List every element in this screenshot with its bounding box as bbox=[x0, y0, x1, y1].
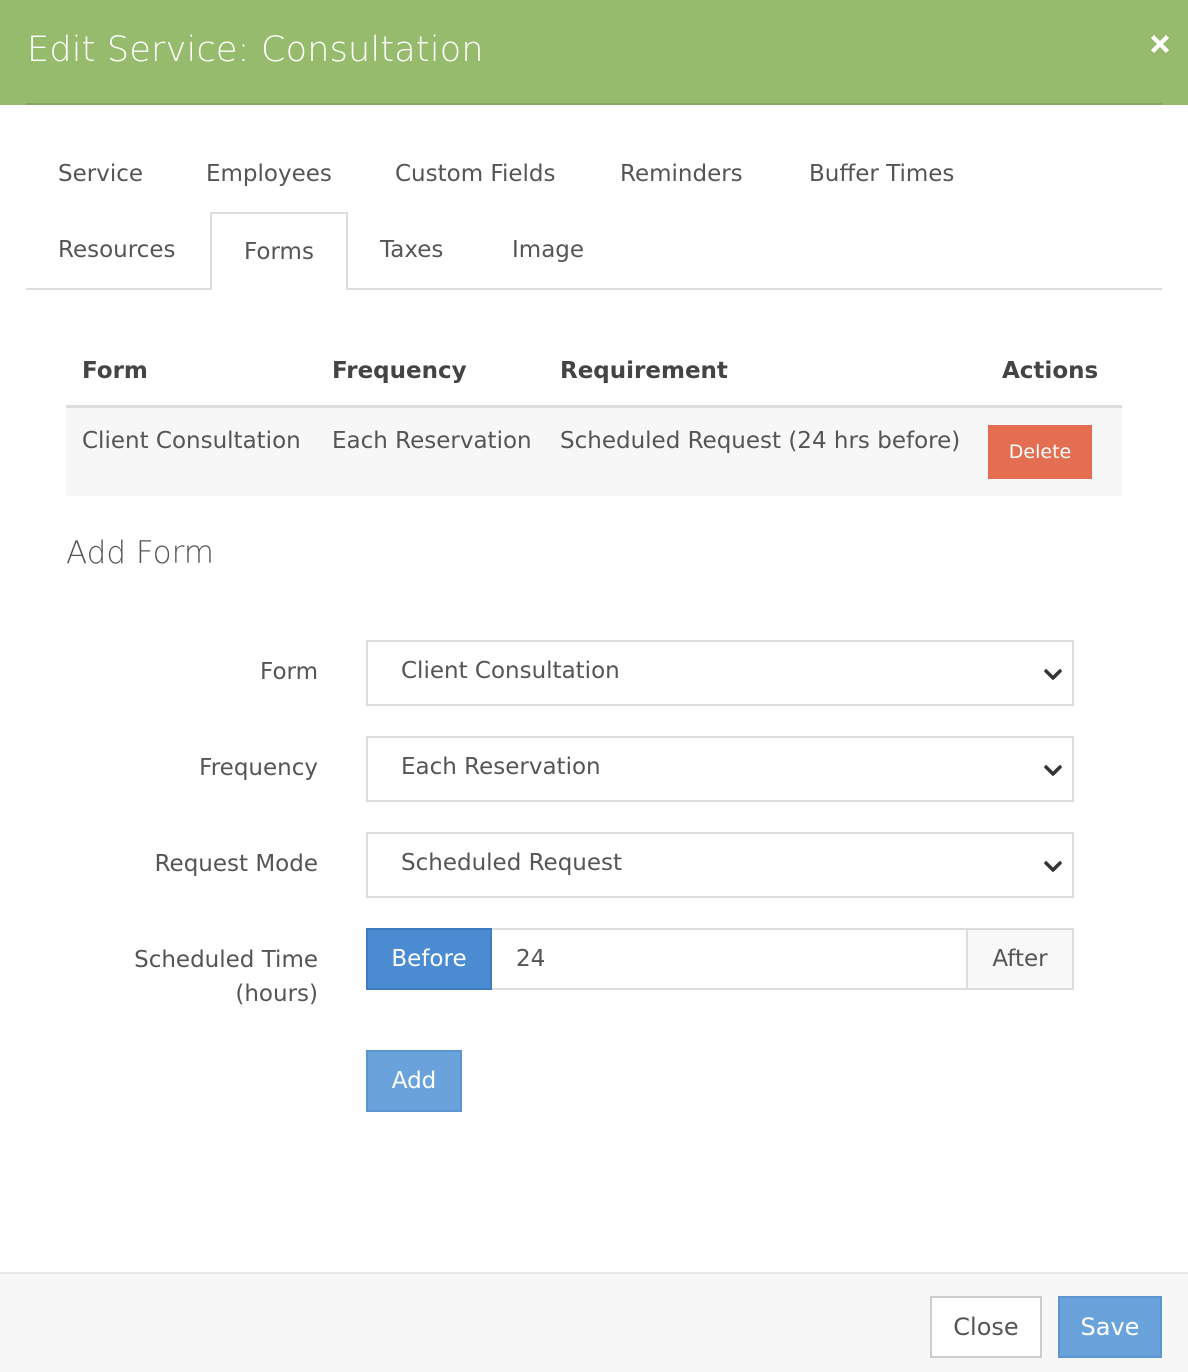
tab-reminders[interactable]: Reminders bbox=[588, 136, 775, 212]
chevron-down-icon bbox=[1044, 765, 1062, 776]
add-button[interactable]: Add bbox=[366, 1050, 462, 1112]
close-icon[interactable] bbox=[1146, 30, 1174, 58]
after-button[interactable]: After bbox=[966, 928, 1074, 990]
frequency-label: Frequency bbox=[199, 755, 318, 781]
before-button[interactable]: Before bbox=[366, 928, 492, 990]
modal-title: Edit Service: Consultation bbox=[27, 30, 484, 70]
tab-custom-fields[interactable]: Custom Fields bbox=[363, 136, 588, 212]
cell-form: Client Consultation bbox=[82, 428, 301, 454]
forms-table: Form Frequency Requirement Actions Clien… bbox=[66, 340, 1122, 496]
frequency-select[interactable]: Each Reservation bbox=[366, 736, 1074, 802]
tab-resources[interactable]: Resources bbox=[26, 212, 207, 288]
form-select[interactable]: Client Consultation bbox=[366, 640, 1074, 706]
scheduled-time-label: Scheduled Time (hours) bbox=[134, 943, 318, 1011]
column-header-actions: Actions bbox=[1002, 358, 1099, 384]
request-mode-select[interactable]: Scheduled Request bbox=[366, 832, 1074, 898]
chevron-down-icon bbox=[1044, 669, 1062, 680]
tab-forms[interactable]: Forms bbox=[210, 212, 348, 290]
table-header-row: Form Frequency Requirement Actions bbox=[66, 340, 1122, 408]
tab-image[interactable]: Image bbox=[480, 212, 616, 288]
form-select-value: Client Consultation bbox=[401, 658, 620, 684]
save-button[interactable]: Save bbox=[1058, 1296, 1162, 1358]
delete-button[interactable]: Delete bbox=[988, 425, 1092, 479]
scheduled-time-label-line1: Scheduled Time bbox=[134, 947, 318, 973]
cell-requirement: Scheduled Request (24 hrs before) bbox=[560, 428, 961, 454]
tab-bar: Service Employees Custom Fields Reminder… bbox=[26, 136, 1162, 290]
request-mode-select-value: Scheduled Request bbox=[401, 850, 623, 876]
table-row: Client Consultation Each Reservation Sch… bbox=[66, 408, 1122, 496]
form-label: Form bbox=[260, 659, 318, 685]
chevron-down-icon bbox=[1044, 861, 1062, 872]
add-form-title: Add Form bbox=[66, 535, 214, 571]
modal-header: Edit Service: Consultation bbox=[0, 0, 1188, 105]
cell-frequency: Each Reservation bbox=[332, 428, 532, 454]
request-mode-label: Request Mode bbox=[154, 851, 318, 877]
column-header-requirement: Requirement bbox=[560, 358, 728, 384]
column-header-frequency: Frequency bbox=[332, 358, 467, 384]
tab-taxes[interactable]: Taxes bbox=[348, 212, 475, 288]
hours-input[interactable] bbox=[492, 928, 968, 990]
close-button[interactable]: Close bbox=[930, 1296, 1042, 1358]
column-header-form: Form bbox=[82, 358, 148, 384]
tab-service[interactable]: Service bbox=[26, 136, 175, 212]
tab-baseline bbox=[26, 288, 1162, 290]
header-divider bbox=[26, 103, 1162, 105]
frequency-select-value: Each Reservation bbox=[401, 754, 601, 780]
modal-footer: Close Save bbox=[0, 1272, 1188, 1372]
tab-employees[interactable]: Employees bbox=[174, 136, 364, 212]
tab-buffer-times[interactable]: Buffer Times bbox=[777, 136, 986, 212]
scheduled-time-label-line2: (hours) bbox=[235, 981, 318, 1007]
